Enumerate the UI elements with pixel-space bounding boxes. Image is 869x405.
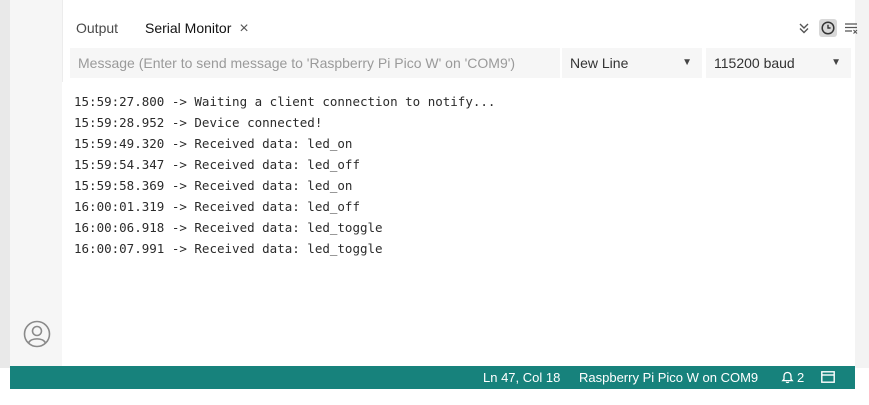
account-icon[interactable] (23, 320, 51, 348)
chevron-double-down-icon[interactable] (795, 19, 813, 37)
cursor-position[interactable]: Ln 47, Col 18 (483, 366, 560, 389)
panel-tabbar: Output Serial Monitor × (62, 11, 858, 45)
console-line: 15:59:49.320 -> Received data: led_on (74, 136, 353, 151)
tab-output-label: Output (76, 20, 119, 36)
ide-window: Output Serial Monitor × New Line ▼ 115200… (0, 0, 869, 405)
caret-down-icon: ▼ (831, 57, 841, 68)
console-line: 15:59:28.952 -> Device connected! (74, 115, 323, 130)
console-line: 15:59:58.369 -> Received data: led_on (74, 178, 353, 193)
console-line: 16:00:07.991 -> Received data: led_toggl… (74, 241, 383, 256)
console-line: 15:59:27.800 -> Waiting a client connect… (74, 94, 496, 109)
message-input[interactable] (70, 48, 560, 78)
line-ending-select[interactable]: New Line ▼ (562, 48, 702, 78)
status-bar: Ln 47, Col 18 Raspberry Pi Pico W on COM… (10, 366, 855, 389)
board-selector[interactable]: Raspberry Pi Pico W on COM9 (579, 366, 758, 389)
baud-rate-select[interactable]: 115200 baud ▼ (706, 48, 851, 78)
close-icon[interactable]: × (239, 12, 248, 46)
bell-icon (781, 371, 794, 384)
tab-output[interactable]: Output (76, 11, 118, 45)
serial-output[interactable]: 15:59:27.800 -> Waiting a client connect… (62, 82, 855, 366)
serial-controls: New Line ▼ 115200 baud ▼ (62, 48, 855, 80)
line-ending-value: New Line (570, 55, 629, 71)
panel-icon[interactable] (821, 371, 835, 383)
baud-rate-value: 115200 baud (714, 55, 795, 71)
sidebar-edge (0, 0, 10, 368)
activity-bar (0, 0, 63, 368)
console-line: 16:00:06.918 -> Received data: led_toggl… (74, 220, 383, 235)
tab-serial-monitor[interactable]: Serial Monitor × (145, 11, 249, 45)
notification-count: 2 (797, 370, 805, 385)
window-bottom-margin (0, 389, 869, 405)
console-line: 15:59:54.347 -> Received data: led_off (74, 157, 360, 172)
serial-output-text: 15:59:27.800 -> Waiting a client connect… (62, 82, 855, 259)
right-edge (855, 0, 869, 368)
clock-icon[interactable] (819, 19, 837, 37)
caret-down-icon: ▼ (682, 57, 692, 68)
notifications-button[interactable]: 2 (781, 366, 804, 389)
console-line: 16:00:01.319 -> Received data: led_off (74, 199, 360, 214)
clear-output-icon[interactable] (842, 19, 860, 37)
tab-serial-monitor-label: Serial Monitor (145, 20, 232, 36)
